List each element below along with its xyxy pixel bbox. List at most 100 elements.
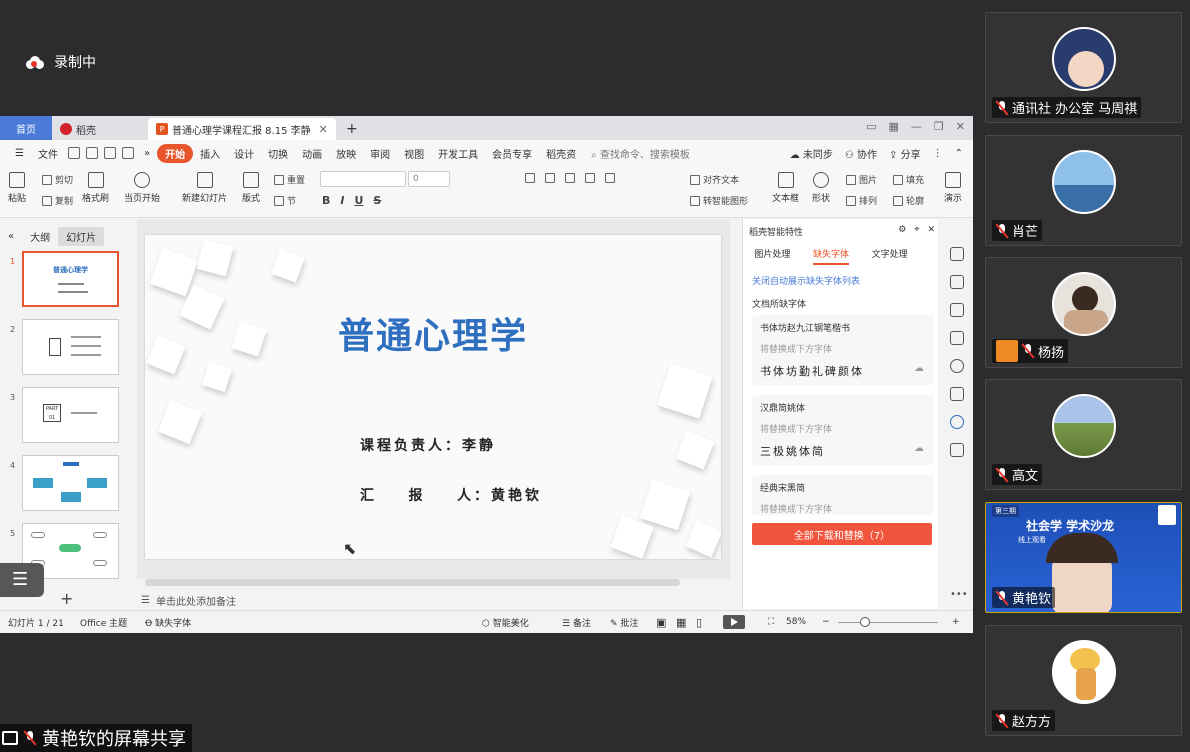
download-icon[interactable]: ☁: [914, 363, 926, 379]
notes-toggle[interactable]: ☰ 备注: [562, 616, 591, 629]
new-tab-button[interactable]: +: [336, 118, 368, 140]
slide-title[interactable]: 普通心理学: [145, 307, 721, 359]
close-icon[interactable]: ✕: [319, 123, 328, 136]
star-icon[interactable]: [950, 303, 964, 317]
tab-missing-fonts[interactable]: 缺失字体: [812, 247, 849, 265]
menu-home[interactable]: 开始: [157, 143, 194, 163]
disable-auto-show-link[interactable]: 关闭自动展示缺失字体列表: [752, 274, 860, 287]
picture-button[interactable]: 图片: [846, 173, 877, 186]
smart-beautify-button[interactable]: ⬡ 智能美化: [482, 616, 529, 629]
tab-slides[interactable]: 幻灯片: [58, 227, 105, 246]
layout-icon[interactable]: ▭: [866, 120, 876, 133]
tab-document[interactable]: P 普通心理学课程汇报 8.15 李静 ✕: [148, 118, 336, 140]
reset-button[interactable]: 重置: [274, 173, 305, 186]
indent-increase-icon[interactable]: [585, 173, 595, 183]
hamburger-icon[interactable]: ☰: [8, 148, 31, 159]
italic-button[interactable]: I: [340, 194, 344, 207]
rocket-icon[interactable]: [950, 247, 964, 261]
menu-member[interactable]: 会员专享: [485, 146, 539, 161]
menu-daoke[interactable]: 稻壳资: [539, 146, 583, 161]
normal-view-icon[interactable]: ▣: [656, 616, 666, 629]
menu-review[interactable]: 审阅: [363, 146, 397, 161]
fill-button[interactable]: 填充: [893, 173, 924, 186]
recording-indicator[interactable]: 录制中: [24, 52, 96, 72]
tab-home[interactable]: 首页: [0, 116, 52, 140]
participant-video-tile[interactable]: 第三期 社会学 学术沙龙 线上观看 黄艳钦: [985, 502, 1182, 613]
menu-slideshow[interactable]: 放映: [329, 146, 363, 161]
underline-button[interactable]: U: [354, 194, 363, 207]
menu-insert[interactable]: 插入: [193, 146, 227, 161]
menu-file[interactable]: 文件: [31, 146, 65, 161]
close-window-icon[interactable]: ✕: [956, 120, 965, 133]
window-icon[interactable]: [950, 331, 964, 345]
slide-thumbnail-4[interactable]: [22, 455, 119, 511]
missing-font-status[interactable]: Ꝋ 缺失字体: [145, 616, 191, 629]
command-search[interactable]: ⌕ 查找命令、搜索模板: [591, 146, 690, 161]
new-slide-button[interactable]: 新建幻灯片: [182, 172, 227, 204]
menu-developer[interactable]: 开发工具: [431, 146, 485, 161]
sync-status[interactable]: ☁ 未同步: [790, 146, 833, 161]
more-icon[interactable]: •••: [950, 589, 968, 600]
zoom-in-icon[interactable]: +: [952, 617, 960, 627]
paste-button[interactable]: 粘贴: [8, 172, 26, 204]
bold-button[interactable]: B: [322, 194, 330, 207]
print-icon[interactable]: [103, 147, 116, 159]
participant-tile[interactable]: 高文: [985, 379, 1182, 490]
reading-view-icon[interactable]: ▯: [696, 616, 702, 629]
layout-button[interactable]: 版式: [242, 172, 260, 204]
zoom-out-icon[interactable]: −: [822, 617, 830, 627]
maximize-icon[interactable]: ❐: [934, 120, 944, 133]
add-slide-button[interactable]: +: [60, 589, 73, 608]
export-icon[interactable]: [85, 147, 98, 159]
fit-window-icon[interactable]: ⛶: [768, 617, 774, 627]
menu-design[interactable]: 设计: [227, 146, 261, 161]
horizontal-scrollbar[interactable]: [145, 579, 680, 586]
tab-image-processing[interactable]: 图片处理: [754, 247, 790, 265]
zoom-slider[interactable]: [838, 622, 938, 623]
slide-line-owner[interactable]: 课程负责人：李静: [360, 435, 496, 455]
slide-thumbnail-3[interactable]: PART 01: [22, 387, 119, 443]
missing-font-card[interactable]: 汉鼎简姚体 将替换成下方字体 三极姚体简 ☁: [752, 395, 934, 465]
download-replace-all-button[interactable]: 全部下载和替换（7）: [752, 523, 932, 545]
bullets-icon[interactable]: [525, 173, 535, 183]
stamp-icon[interactable]: [950, 387, 964, 401]
strikethrough-button[interactable]: S: [373, 194, 381, 207]
smart-icon[interactable]: [950, 415, 964, 429]
help-icon[interactable]: [950, 359, 964, 373]
indent-decrease-icon[interactable]: [565, 173, 575, 183]
collaborate-button[interactable]: ⚇ 协作: [845, 146, 877, 161]
slide-thumbnail-2[interactable]: [22, 319, 119, 375]
participant-tile[interactable]: 赵方方: [985, 625, 1182, 736]
zoom-level[interactable]: 58%: [786, 617, 806, 627]
more-icon[interactable]: »: [137, 148, 157, 159]
slide-line-reporter[interactable]: 汇 报 人：黄艳钦: [360, 485, 542, 505]
participant-tile[interactable]: 杨扬: [985, 257, 1182, 368]
smartart-button[interactable]: 转智能图形: [690, 194, 748, 207]
shape-button[interactable]: 形状: [812, 172, 830, 204]
settings-icon[interactable]: ⚙: [898, 225, 906, 238]
textbox-button[interactable]: 文本框: [772, 172, 799, 204]
play-slideshow-button[interactable]: [723, 615, 745, 629]
missing-font-card[interactable]: 书体坊赵九江钢笔楷书 将替换成下方字体 书体坊勤礼碑颜体 ☁: [752, 315, 934, 385]
copy-button[interactable]: 复制: [42, 194, 73, 207]
menu-transition[interactable]: 切换: [261, 146, 295, 161]
menu-view[interactable]: 视图: [397, 146, 431, 161]
minimize-icon[interactable]: —: [911, 120, 922, 133]
comments-toggle[interactable]: ✎ 批注: [610, 616, 638, 629]
floating-menu-button[interactable]: ☰: [0, 563, 44, 597]
slideshow-button[interactable]: 演示: [944, 172, 962, 204]
participant-tile[interactable]: 肖芒: [985, 135, 1182, 246]
sliders-icon[interactable]: [950, 275, 964, 289]
arrange-button[interactable]: 排列: [846, 194, 877, 207]
font-family-select[interactable]: [320, 171, 406, 187]
format-painter-button[interactable]: 格式刷: [82, 172, 109, 204]
theme-name[interactable]: Office 主题: [80, 616, 127, 629]
cube-icon[interactable]: [950, 443, 964, 457]
close-icon[interactable]: ✕: [927, 225, 935, 238]
slide-thumbnail-1[interactable]: 普通心理学: [22, 251, 119, 307]
menu-animation[interactable]: 动画: [295, 146, 329, 161]
cut-button[interactable]: 剪切: [42, 173, 73, 186]
missing-font-card[interactable]: 经典宋黑简 将替换成下方字体: [752, 475, 934, 515]
grid-icon[interactable]: ▦: [889, 120, 899, 133]
numbering-icon[interactable]: [545, 173, 555, 183]
